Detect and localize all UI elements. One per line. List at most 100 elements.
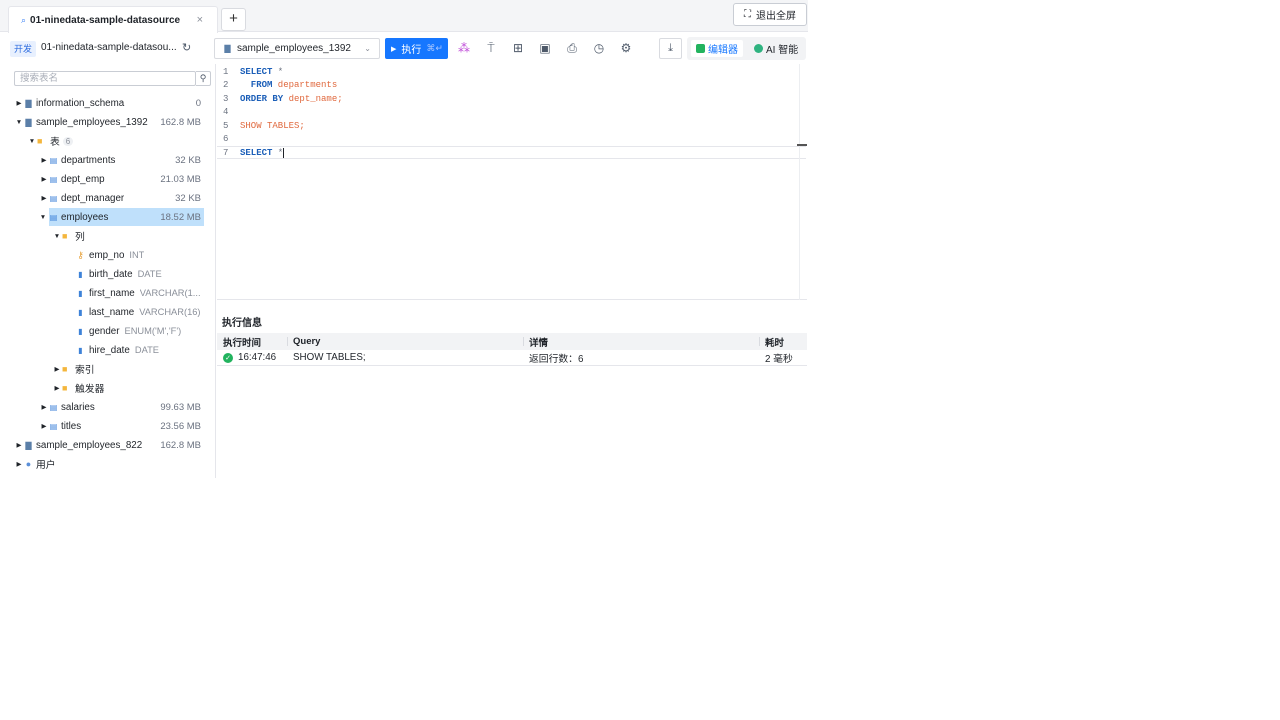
search-button[interactable]: ⚲: [196, 71, 211, 86]
tree-table-departments[interactable]: ▶ ▤ departments 32 KB: [8, 151, 208, 169]
column-type: INT: [129, 250, 145, 260]
tree-column-emp-no[interactable]: ⚷ emp_no INT: [8, 246, 208, 264]
results-panel: 执行信息 执行时间 Query 详情 耗时 ✓ 16:47:46 SHOW TA…: [217, 306, 807, 478]
database-select-value: sample_employees_1392: [237, 43, 351, 54]
tree-column-gender[interactable]: ▮ gender ENUM('M','F'): [8, 322, 208, 340]
user-icon: ●: [25, 459, 32, 469]
sql-editor[interactable]: 1 SELECT * 2 FROM departments 3 ORDER BY…: [217, 64, 807, 300]
tree-folder-tables[interactable]: ▼ ■ 表 6: [8, 132, 208, 150]
column-divider: [759, 337, 760, 346]
line-number: 4: [223, 107, 229, 117]
sql-text: *: [272, 148, 284, 158]
editor-mode-label: 编辑器: [708, 45, 738, 56]
tree-folder-triggers[interactable]: ▶ ■ 触发器: [8, 379, 208, 397]
tree-column-first-name[interactable]: ▮ first_name VARCHAR(1...: [8, 284, 208, 302]
app-window: ⌕ 01-ninedata-sample-datasource × + ⛶ 退出…: [0, 0, 808, 480]
success-check-icon: ✓: [223, 352, 233, 363]
close-icon[interactable]: ×: [197, 14, 203, 26]
mode-switch: 编辑器 AI 智能: [687, 37, 806, 60]
save-icon[interactable]: ▣: [538, 41, 552, 55]
tree-label: 列: [75, 232, 85, 243]
refresh-icon[interactable]: ↻: [182, 41, 191, 54]
table-icon: ▤: [49, 193, 58, 203]
tree-table-titles[interactable]: ▶ ▤ titles 23.56 MB: [8, 417, 208, 435]
run-button[interactable]: ▶ 执行 ⌘↵: [385, 38, 448, 59]
key-icon: ⚷: [77, 249, 84, 260]
column-icon: ▮: [78, 307, 83, 317]
tree-table-dept-manager[interactable]: ▶ ▤ dept_manager 32 KB: [8, 189, 208, 207]
database-icon: ▇: [25, 440, 32, 450]
tree-db-information-schema[interactable]: ▶ ▇ information_schema 0: [8, 94, 208, 112]
tree-label: employees: [61, 211, 109, 223]
format-brush-icon[interactable]: ⍑: [484, 41, 498, 55]
tree-folder-columns[interactable]: ▼ ■ 列: [8, 227, 208, 245]
table-row[interactable]: ✓ 16:47:46 SHOW TABLES; 返回行数：6 2 毫秒: [217, 350, 807, 366]
sql-keyword: FROM: [240, 80, 273, 90]
ai-mode-button[interactable]: AI 智能: [749, 40, 803, 57]
run-label: 执行: [401, 45, 422, 56]
download-button[interactable]: ⤓: [659, 38, 682, 59]
history-icon[interactable]: ◷: [592, 41, 606, 55]
line-number: 7: [223, 148, 229, 158]
tab-datasource[interactable]: ⌕ 01-ninedata-sample-datasource ×: [8, 6, 218, 33]
tree-table-dept-emp[interactable]: ▶ ▤ dept_emp 21.03 MB: [8, 170, 208, 188]
code-line: 5 SHOW TABLES;: [217, 120, 797, 133]
caret-down-icon: ▼: [53, 232, 61, 240]
table-search-input[interactable]: 搜索表名: [14, 71, 196, 86]
sparkle-icon[interactable]: ⁂: [457, 41, 471, 55]
editor-mode-button[interactable]: 编辑器: [691, 40, 743, 57]
structure-icon[interactable]: ⊞: [511, 41, 525, 55]
exit-fullscreen-icon: ⛶: [744, 9, 751, 20]
column-header: 详情: [529, 337, 549, 349]
column-type: DATE: [137, 269, 162, 279]
database-select[interactable]: ▇ sample_employees_1392 ⌄: [214, 38, 380, 59]
tree-column-hire-date[interactable]: ▮ hire_date DATE: [8, 341, 208, 359]
exit-fullscreen-label: 退出全屏: [756, 11, 796, 22]
add-tab-button[interactable]: +: [221, 8, 246, 31]
line-number: 6: [223, 134, 229, 144]
tree-label: sample_employees_822: [36, 439, 143, 451]
database-icon: ▇: [224, 44, 231, 53]
exit-fullscreen-button[interactable]: ⛶ 退出全屏: [733, 3, 807, 26]
scrollbar-marker: [797, 144, 807, 146]
code-line: 7 SELECT *: [217, 147, 797, 160]
column-icon: ▮: [78, 345, 83, 355]
detail-cell: 返回行数：6: [529, 353, 584, 365]
table-icon: ▤: [49, 174, 58, 184]
caret-right-icon: ▶: [41, 176, 47, 183]
editor-scrollbar[interactable]: [799, 64, 807, 300]
tree-table-employees[interactable]: ▼ ▤ employees 18.52 MB: [40, 208, 204, 226]
caret-down-icon: ▼: [28, 137, 36, 145]
tree-label: first_name: [89, 287, 135, 299]
sql-check-icon[interactable]: ⎙: [565, 41, 579, 55]
tree-users[interactable]: ▶ ● 用户: [8, 455, 208, 473]
tree-folder-indexes[interactable]: ▶ ■ 索引: [8, 360, 208, 378]
tree-label: dept_manager: [61, 192, 125, 204]
settings-icon[interactable]: ⚙: [619, 41, 633, 55]
table-icon: ▤: [49, 402, 58, 412]
column-divider: [287, 337, 288, 346]
text-cursor: [283, 147, 285, 158]
tree-db-sample-employees-822[interactable]: ▶ ▇ sample_employees_822 162.8 MB: [8, 436, 208, 454]
column-type: DATE: [134, 345, 159, 355]
caret-right-icon: ▶: [41, 157, 47, 164]
tree-label: titles: [61, 420, 82, 432]
object-tree-panel: 搜索表名 ⚲ ▶ ▇ information_schema 0 ▼ ▇ samp…: [8, 64, 216, 478]
line-number: 3: [223, 94, 229, 104]
tree-table-salaries[interactable]: ▶ ▤ salaries 99.63 MB: [8, 398, 208, 416]
tree-column-last-name[interactable]: ▮ last_name VARCHAR(16): [8, 303, 208, 321]
chevron-down-icon: ⌄: [364, 44, 371, 53]
env-badge: 开发: [10, 41, 37, 57]
folder-icon: ■: [62, 364, 68, 374]
sql-keyword: SELECT: [240, 148, 273, 158]
run-shortcut: ⌘↵: [426, 43, 443, 53]
datasource-name[interactable]: 01-ninedata-sample-datasou...: [41, 42, 179, 53]
tree-size: 162.8 MB: [160, 116, 201, 128]
tree-size: 23.56 MB: [160, 420, 201, 432]
tree-db-sample-employees-1392[interactable]: ▼ ▇ sample_employees_1392 162.8 MB: [8, 113, 208, 131]
code-line: 6: [217, 133, 797, 146]
sql-keyword: ORDER BY: [240, 94, 284, 104]
table-icon: ▤: [49, 212, 58, 222]
ai-mode-label: AI 智能: [766, 45, 799, 56]
tree-column-birth-date[interactable]: ▮ birth_date DATE: [8, 265, 208, 283]
